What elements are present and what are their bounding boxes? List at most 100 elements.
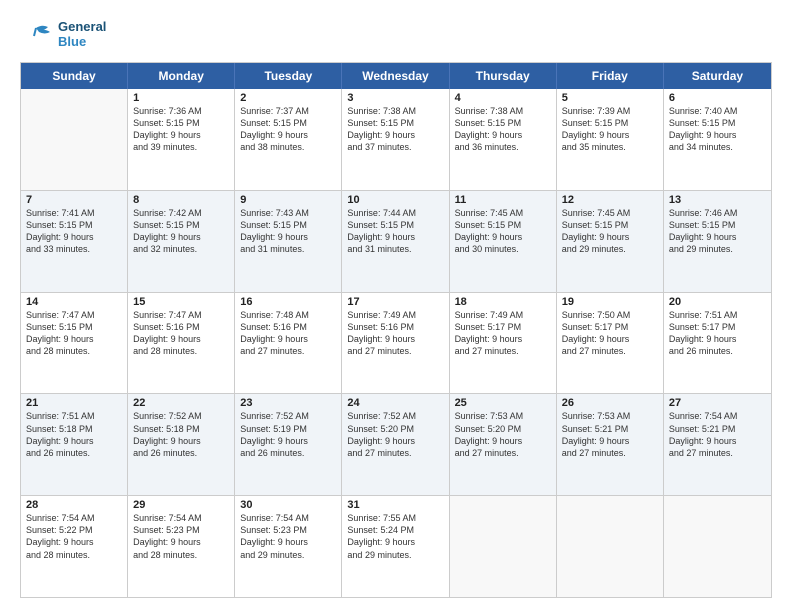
cell-info-line: and 38 minutes. [240, 141, 336, 153]
day-number: 31 [347, 499, 443, 511]
cell-info-line: Daylight: 9 hours [133, 435, 229, 447]
day-number: 10 [347, 194, 443, 206]
day-of-week-header: Monday [128, 63, 235, 89]
calendar-cell-empty [664, 496, 771, 597]
cell-info-line: Sunrise: 7:54 AM [240, 512, 336, 524]
cell-info-line: Sunrise: 7:55 AM [347, 512, 443, 524]
cell-info-line: and 33 minutes. [26, 243, 122, 255]
cell-info-line: Sunset: 5:15 PM [240, 117, 336, 129]
day-of-week-header: Sunday [21, 63, 128, 89]
day-number: 27 [669, 397, 766, 409]
day-number: 21 [26, 397, 122, 409]
day-number: 14 [26, 296, 122, 308]
cell-info-line: Sunrise: 7:45 AM [562, 207, 658, 219]
cell-info-line: Daylight: 9 hours [562, 333, 658, 345]
calendar-cell: 29Sunrise: 7:54 AMSunset: 5:23 PMDayligh… [128, 496, 235, 597]
cell-info-line: Sunrise: 7:52 AM [240, 410, 336, 422]
cell-info-line: Sunrise: 7:51 AM [669, 309, 766, 321]
cell-info-line: Daylight: 9 hours [240, 129, 336, 141]
cell-info-line: Sunrise: 7:43 AM [240, 207, 336, 219]
calendar-cell: 3Sunrise: 7:38 AMSunset: 5:15 PMDaylight… [342, 89, 449, 190]
logo-blue: Blue [58, 35, 106, 50]
cell-info-line: Daylight: 9 hours [240, 435, 336, 447]
calendar-cell: 9Sunrise: 7:43 AMSunset: 5:15 PMDaylight… [235, 191, 342, 292]
cell-info-line: and 27 minutes. [562, 345, 658, 357]
day-number: 2 [240, 92, 336, 104]
cell-info-line: and 29 minutes. [562, 243, 658, 255]
day-number: 19 [562, 296, 658, 308]
cell-info-line: and 27 minutes. [240, 345, 336, 357]
cell-info-line: and 26 minutes. [240, 447, 336, 459]
cell-info-line: Sunset: 5:15 PM [26, 219, 122, 231]
cell-info-line: Daylight: 9 hours [562, 129, 658, 141]
cell-info-line: Sunset: 5:15 PM [240, 219, 336, 231]
cell-info-line: Daylight: 9 hours [347, 435, 443, 447]
calendar-cell: 5Sunrise: 7:39 AMSunset: 5:15 PMDaylight… [557, 89, 664, 190]
cell-info-line: Daylight: 9 hours [347, 231, 443, 243]
cell-info-line: and 27 minutes. [455, 345, 551, 357]
cell-info-line: Sunset: 5:15 PM [669, 117, 766, 129]
calendar-cell: 22Sunrise: 7:52 AMSunset: 5:18 PMDayligh… [128, 394, 235, 495]
day-number: 3 [347, 92, 443, 104]
cell-info-line: and 29 minutes. [669, 243, 766, 255]
calendar-cell: 13Sunrise: 7:46 AMSunset: 5:15 PMDayligh… [664, 191, 771, 292]
day-number: 17 [347, 296, 443, 308]
cell-info-line: Daylight: 9 hours [133, 536, 229, 548]
calendar-cell: 20Sunrise: 7:51 AMSunset: 5:17 PMDayligh… [664, 293, 771, 394]
cell-info-line: and 34 minutes. [669, 141, 766, 153]
calendar-body: 1Sunrise: 7:36 AMSunset: 5:15 PMDaylight… [21, 89, 771, 597]
cell-info-line: Sunset: 5:16 PM [240, 321, 336, 333]
day-number: 5 [562, 92, 658, 104]
cell-info-line: Sunset: 5:16 PM [347, 321, 443, 333]
cell-info-line: Sunrise: 7:53 AM [455, 410, 551, 422]
cell-info-line: and 26 minutes. [669, 345, 766, 357]
cell-info-line: and 27 minutes. [455, 447, 551, 459]
cell-info-line: Sunrise: 7:52 AM [133, 410, 229, 422]
cell-info-line: Daylight: 9 hours [133, 231, 229, 243]
cell-info-line: and 28 minutes. [133, 549, 229, 561]
calendar-cell: 31Sunrise: 7:55 AMSunset: 5:24 PMDayligh… [342, 496, 449, 597]
cell-info-line: Sunrise: 7:49 AM [455, 309, 551, 321]
calendar-cell: 19Sunrise: 7:50 AMSunset: 5:17 PMDayligh… [557, 293, 664, 394]
cell-info-line: and 30 minutes. [455, 243, 551, 255]
cell-info-line: Sunset: 5:21 PM [562, 423, 658, 435]
calendar-cell: 6Sunrise: 7:40 AMSunset: 5:15 PMDaylight… [664, 89, 771, 190]
day-number: 16 [240, 296, 336, 308]
cell-info-line: Sunrise: 7:54 AM [669, 410, 766, 422]
cell-info-line: Daylight: 9 hours [669, 129, 766, 141]
cell-info-line: and 39 minutes. [133, 141, 229, 153]
cell-info-line: Sunset: 5:18 PM [26, 423, 122, 435]
calendar-row: 14Sunrise: 7:47 AMSunset: 5:15 PMDayligh… [21, 292, 771, 394]
cell-info-line: Sunset: 5:24 PM [347, 524, 443, 536]
cell-info-line: and 31 minutes. [240, 243, 336, 255]
cell-info-line: Daylight: 9 hours [669, 333, 766, 345]
calendar-cell: 25Sunrise: 7:53 AMSunset: 5:20 PMDayligh… [450, 394, 557, 495]
cell-info-line: Sunrise: 7:47 AM [133, 309, 229, 321]
day-number: 1 [133, 92, 229, 104]
day-of-week-header: Thursday [450, 63, 557, 89]
cell-info-line: Daylight: 9 hours [347, 333, 443, 345]
cell-info-line: Sunrise: 7:51 AM [26, 410, 122, 422]
cell-info-line: Sunset: 5:16 PM [133, 321, 229, 333]
cell-info-line: Daylight: 9 hours [240, 333, 336, 345]
calendar-cell: 12Sunrise: 7:45 AMSunset: 5:15 PMDayligh… [557, 191, 664, 292]
cell-info-line: Daylight: 9 hours [347, 129, 443, 141]
cell-info-line: and 31 minutes. [347, 243, 443, 255]
calendar-cell: 17Sunrise: 7:49 AMSunset: 5:16 PMDayligh… [342, 293, 449, 394]
day-number: 26 [562, 397, 658, 409]
calendar-cell: 8Sunrise: 7:42 AMSunset: 5:15 PMDaylight… [128, 191, 235, 292]
day-number: 28 [26, 499, 122, 511]
day-number: 8 [133, 194, 229, 206]
calendar-cell: 14Sunrise: 7:47 AMSunset: 5:15 PMDayligh… [21, 293, 128, 394]
cell-info-line: and 35 minutes. [562, 141, 658, 153]
day-number: 18 [455, 296, 551, 308]
cell-info-line: and 36 minutes. [455, 141, 551, 153]
calendar-cell: 23Sunrise: 7:52 AMSunset: 5:19 PMDayligh… [235, 394, 342, 495]
day-number: 23 [240, 397, 336, 409]
cell-info-line: Sunrise: 7:44 AM [347, 207, 443, 219]
calendar-row: 28Sunrise: 7:54 AMSunset: 5:22 PMDayligh… [21, 495, 771, 597]
day-number: 13 [669, 194, 766, 206]
logo-bird-icon [20, 18, 54, 52]
cell-info-line: Sunset: 5:15 PM [455, 117, 551, 129]
cell-info-line: and 29 minutes. [240, 549, 336, 561]
